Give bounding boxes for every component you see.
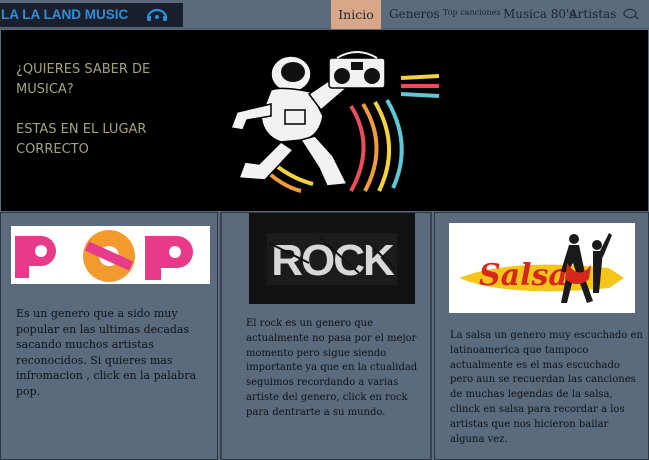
card-rock: ROCK El rock es un genero que actualment… [220,212,432,460]
astronaut-boombox-image [229,51,440,193]
card-pop: Es un genero que a sido muy popular en l… [0,212,218,460]
nav-artistas[interactable]: Artistas [569,0,616,29]
rock-image[interactable]: ROCK [249,213,415,304]
hero-question: ¿QUIERES SABER DE MUSICA? [16,62,151,97]
top-navbar: LA LA LAND MUSIC Inicio Generos Top canc… [0,0,649,29]
nav-inicio[interactable]: Inicio [331,0,381,29]
salsa-description: La salsa un genero muy escuchado en lati… [450,330,643,445]
nav-generos[interactable]: Generos [389,0,440,29]
pop-logo-image [11,226,210,284]
salsa-image[interactable]: Salsa [449,223,635,313]
nav-musica-80s[interactable]: Musica 80's [503,0,575,29]
nav-top-canciones[interactable]: Top canciones [443,0,500,29]
svg-text:Salsa: Salsa [479,258,568,293]
search-icon[interactable] [622,8,640,20]
salsa-logo-image: Salsa [449,223,635,313]
headphones-icon [146,8,168,21]
brand-name[interactable]: LA LA LAND MUSIC [0,3,132,27]
card-salsa: Salsa La salsa un genero muy escuchado e… [434,212,649,460]
svg-text:ROCK: ROCK [271,236,395,285]
pop-image[interactable] [11,226,210,284]
hero-banner: ¿QUIERES SABER DE MUSICA? ESTAS EN EL LU… [1,30,648,211]
hero-answer: ESTAS EN EL LUGAR CORRECTO [16,122,147,157]
brand-logo[interactable] [132,3,183,27]
pop-description: Es un genero que a sido muy popular en l… [16,307,197,398]
rock-logo-image: ROCK [249,213,415,304]
rock-description: El rock es un genero que actualmente no … [246,318,418,418]
